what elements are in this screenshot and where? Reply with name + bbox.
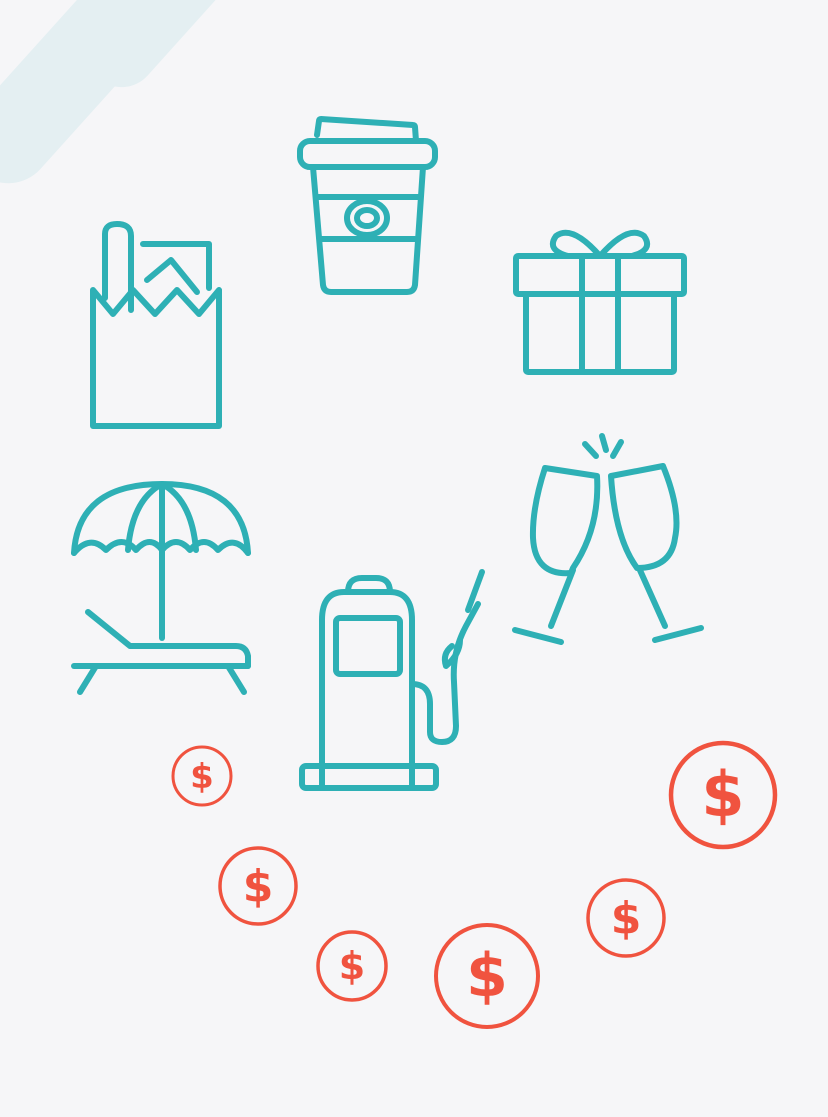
coin-glyph: $: [339, 944, 365, 988]
champagne-toast-icon: [512, 433, 704, 645]
coin-glyph: $: [611, 893, 642, 944]
dollar-coin-icon: $: [668, 740, 778, 850]
coin-glyph: $: [466, 941, 508, 1011]
coin-glyph: $: [190, 757, 214, 797]
dollar-coin-icon: $: [434, 923, 540, 1029]
fuel-pump-icon: [299, 569, 485, 791]
dollar-coin-icon: $: [171, 745, 233, 807]
coffee-cup-icon: [297, 116, 438, 295]
grocery-bag-icon: [90, 221, 222, 429]
dollar-coin-icon: $: [316, 930, 388, 1002]
gift-box-icon: [513, 229, 687, 375]
coin-glyph: $: [701, 758, 744, 831]
illustration-canvas: $ $ $ $ $ $: [0, 0, 828, 1117]
beach-umbrella-lounger-icon: [71, 481, 251, 695]
dollar-coin-icon: $: [218, 846, 298, 926]
dollar-coin-icon: $: [586, 878, 666, 958]
coin-glyph: $: [243, 861, 274, 912]
